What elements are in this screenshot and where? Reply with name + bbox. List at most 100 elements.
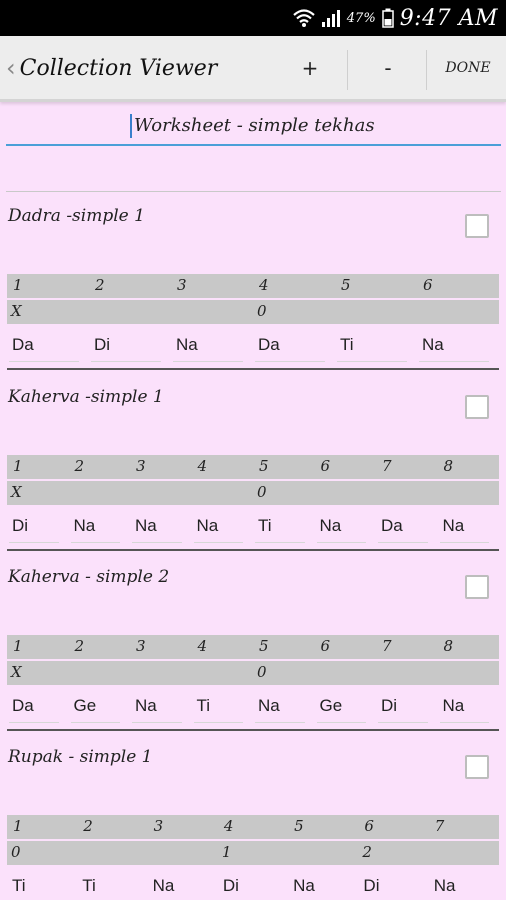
bol-field[interactable]: Di — [360, 873, 418, 900]
bol-field[interactable]: Na — [439, 693, 489, 723]
tali-khali-row: 0 1 2 — [7, 841, 499, 865]
status-bar: 47% 9:47 AM — [0, 0, 506, 36]
beat-number: 7 — [382, 457, 392, 475]
bol-field[interactable]: Di — [220, 873, 278, 900]
done-button[interactable]: DONE — [430, 46, 506, 90]
bol-field[interactable]: Na — [255, 693, 305, 723]
bol-field[interactable]: Na — [290, 873, 348, 900]
add-button[interactable]: + — [282, 46, 338, 90]
beat-number: 4 — [197, 637, 208, 655]
remove-button[interactable]: - — [358, 46, 418, 90]
bol-field[interactable]: Di — [378, 693, 428, 723]
beat-number: 6 — [364, 817, 374, 835]
beat-number-row: 1 2 3 4 5 6 — [7, 274, 499, 298]
item-title: Rupak - simple 1 — [8, 747, 153, 767]
tala-item: Kaherva -simple 1 1 2 3 4 5 6 7 8 X 0 Di Na Na Na Ti Na D… — [0, 387, 506, 557]
bol-field[interactable]: Da — [378, 513, 428, 543]
bol-field[interactable]: Na — [132, 513, 182, 543]
tali-khali-mark: 0 — [257, 663, 267, 681]
beat-number: 5 — [259, 457, 269, 475]
beat-number-row: 1 2 3 4 5 6 7 — [7, 815, 499, 839]
item-checkbox[interactable] — [465, 575, 489, 599]
tali-khali-mark: X — [11, 302, 22, 320]
bol-field[interactable]: Ti — [193, 693, 243, 723]
beat-number: 3 — [177, 276, 187, 294]
beat-number: 4 — [259, 276, 269, 294]
tali-khali-mark: X — [11, 663, 22, 681]
wifi-icon — [293, 9, 315, 27]
bol-field[interactable]: Ge — [316, 693, 366, 723]
tali-khali-row: X0 — [7, 481, 499, 505]
bol-field[interactable]: Na — [431, 873, 489, 900]
beat-number-row: 1 2 3 4 5 6 7 8 — [7, 635, 499, 659]
bol-field[interactable]: Di — [91, 332, 161, 362]
tali-khali-mark: 0 — [257, 483, 267, 501]
item-divider — [7, 549, 499, 551]
signal-icon — [321, 10, 340, 27]
beat-number: 5 — [294, 817, 304, 835]
bol-field[interactable]: Na — [173, 332, 243, 362]
beat-number: 2 — [74, 457, 85, 475]
action-separator — [347, 50, 348, 90]
bol-field[interactable]: Na — [439, 513, 489, 543]
tali-khali-mark: 2 — [362, 843, 372, 861]
tala-item: Rupak - simple 1 1 2 3 4 5 6 7 0 1 2 Ti Ti Na Di Na Di Na — [0, 747, 506, 900]
description-input[interactable] — [6, 160, 501, 192]
item-title: Kaherva - simple 2 — [8, 567, 170, 587]
battery-percent: 47% — [346, 10, 376, 26]
beat-number: 8 — [443, 457, 454, 475]
beat-number: 1 — [13, 817, 23, 835]
item-title: Kaherva -simple 1 — [8, 387, 164, 407]
beat-number: 2 — [74, 637, 85, 655]
bol-field[interactable]: Di — [9, 513, 59, 543]
collection-name-input[interactable]: Worksheet - simple tekhas — [6, 112, 501, 146]
item-title: Dadra -simple 1 — [8, 206, 145, 226]
item-checkbox[interactable] — [465, 214, 489, 238]
bol-field[interactable]: Ge — [70, 693, 120, 723]
page-title: Collection Viewer — [19, 55, 218, 81]
beat-number: 2 — [95, 276, 105, 294]
bol-field[interactable]: Da — [9, 693, 59, 723]
beat-number: 5 — [341, 276, 351, 294]
bol-field[interactable]: Da — [255, 332, 325, 362]
beat-number: 6 — [320, 637, 331, 655]
tali-khali-mark: 1 — [221, 843, 232, 861]
bol-field[interactable]: Na — [419, 332, 489, 362]
chevron-left-icon: ‹ — [6, 54, 16, 82]
bol-field[interactable]: Na — [316, 513, 366, 543]
item-checkbox[interactable] — [465, 755, 489, 779]
collection-name-text: Worksheet - simple tekhas — [130, 114, 375, 138]
tali-khali-row: X0 — [7, 300, 499, 324]
beat-number: 6 — [423, 276, 433, 294]
tali-khali-row: X0 — [7, 661, 499, 685]
beat-number: 3 — [136, 637, 146, 655]
beat-number: 2 — [83, 817, 93, 835]
bol-field[interactable]: Na — [193, 513, 243, 543]
item-divider — [7, 368, 499, 370]
back-button[interactable]: ‹ Collection Viewer — [2, 48, 217, 88]
tala-item: Dadra -simple 1 1 2 3 4 5 6 X 0 Da Di Na Da Ti Na — [0, 206, 506, 376]
beat-number: 3 — [153, 817, 164, 835]
item-divider — [7, 729, 499, 731]
bol-field[interactable]: Da — [9, 332, 79, 362]
beat-number: 3 — [136, 457, 146, 475]
status-icons: 47% 9:47 AM — [293, 3, 498, 33]
beat-number: 8 — [443, 637, 454, 655]
beat-number: 7 — [382, 637, 392, 655]
item-checkbox[interactable] — [465, 395, 489, 419]
battery-icon — [381, 8, 394, 28]
bol-field[interactable]: Ti — [255, 513, 305, 543]
bol-field[interactable]: Na — [70, 513, 120, 543]
bol-field[interactable]: Na — [132, 693, 182, 723]
bol-field[interactable]: Ti — [337, 332, 407, 362]
clock: 9:47 AM — [399, 5, 498, 31]
beat-number: 5 — [259, 637, 269, 655]
bol-field[interactable]: Ti — [9, 873, 67, 900]
bol-field[interactable]: Ti — [79, 873, 137, 900]
tali-khali-mark: X — [11, 483, 22, 501]
tala-item: Kaherva - simple 2 1 2 3 4 5 6 7 8 X 0 Da Ge Na Ti Na Ge… — [0, 567, 506, 737]
beat-number: 1 — [13, 457, 23, 475]
bol-field[interactable]: Na — [150, 873, 208, 900]
beat-number: 1 — [13, 637, 23, 655]
tali-khali-mark: 0 — [11, 843, 21, 861]
